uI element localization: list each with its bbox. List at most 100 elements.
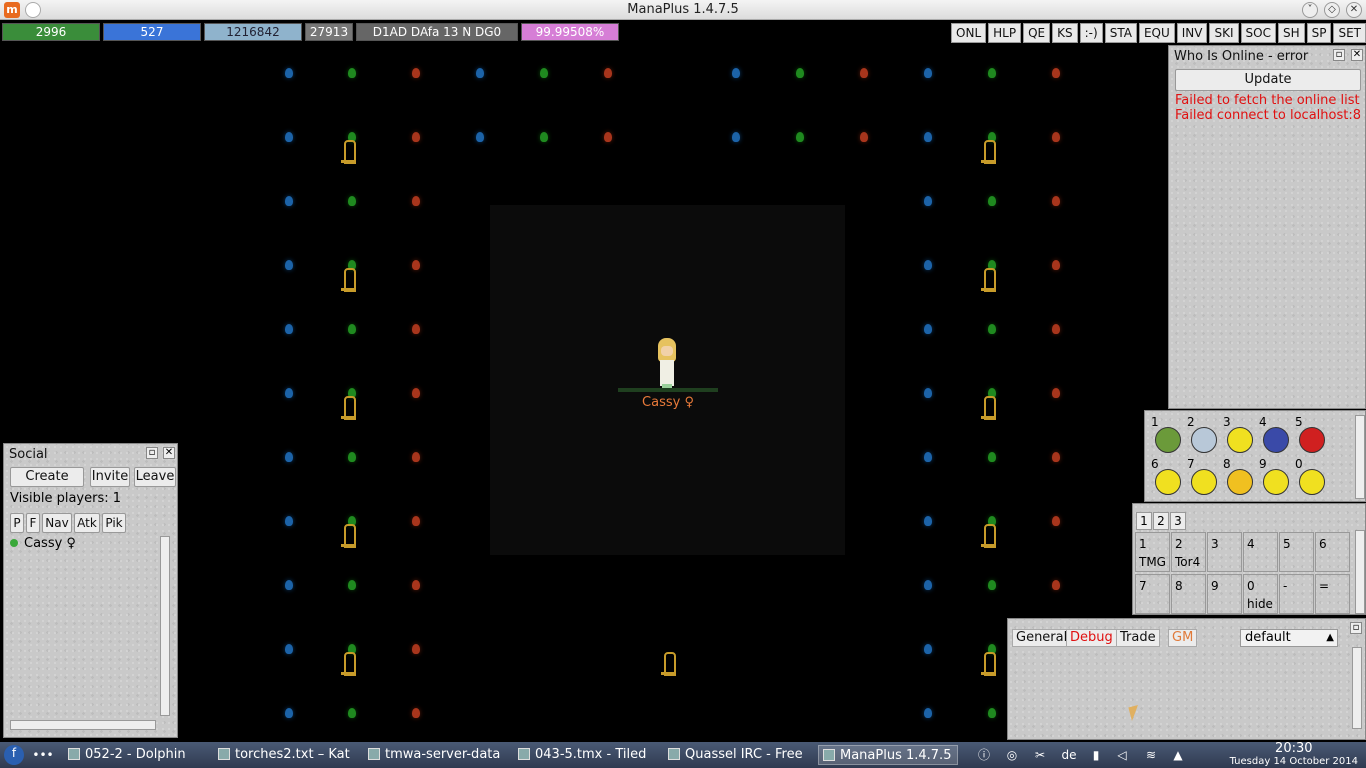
taskbar-item[interactable]: 052-2 - Dolphin bbox=[68, 745, 208, 765]
item-shortcut-tab[interactable]: 1 bbox=[1136, 512, 1152, 530]
social-scrollbar-vertical[interactable] bbox=[160, 536, 170, 716]
job-bar[interactable]: 99.99508% bbox=[521, 23, 619, 41]
item-shortcut-slot[interactable]: = bbox=[1315, 574, 1350, 614]
chat-tab[interactable]: GM bbox=[1168, 629, 1198, 647]
social-player-item[interactable]: Cassy ♀ bbox=[10, 536, 76, 551]
shortcut-button[interactable]: STA bbox=[1104, 23, 1137, 43]
shortcut-button[interactable]: HLP bbox=[988, 23, 1022, 43]
torch-icon bbox=[285, 132, 293, 142]
social-tab[interactable]: P bbox=[10, 513, 24, 533]
taskbar-item[interactable]: Quassel IRC - Free bbox=[668, 745, 808, 765]
social-tab[interactable]: Pik bbox=[102, 513, 126, 533]
emote-slot[interactable]: 4 bbox=[1255, 415, 1289, 453]
slot-item-label: TMG bbox=[1139, 555, 1166, 569]
item-shortcut-slot[interactable]: 2 Tor4 bbox=[1171, 532, 1206, 572]
shortcut-button[interactable]: KS bbox=[1052, 23, 1078, 43]
item-shortcut-slot[interactable]: 5 bbox=[1279, 532, 1314, 572]
social-tab[interactable]: F bbox=[26, 513, 40, 533]
wifi-icon[interactable]: ≋ bbox=[1143, 747, 1159, 763]
shortcut-button[interactable]: SH bbox=[1277, 23, 1305, 43]
info-icon[interactable]: ⓘ bbox=[976, 747, 992, 763]
money-bar[interactable]: 27913 bbox=[305, 23, 353, 41]
emote-slot[interactable]: 6 bbox=[1147, 457, 1181, 495]
sticky-icon[interactable]: ▫ bbox=[1350, 622, 1362, 634]
chat-channel-select[interactable]: default ▲ bbox=[1240, 629, 1338, 647]
emote-slot[interactable]: 7 bbox=[1183, 457, 1217, 495]
emote-slot[interactable]: 8 bbox=[1219, 457, 1253, 495]
app-icon bbox=[218, 748, 230, 760]
taskbar-item-label: 043-5.tmx - Tiled bbox=[535, 747, 647, 762]
maximize-icon[interactable]: ◇ bbox=[1324, 2, 1340, 18]
battery-icon[interactable]: ▮ bbox=[1088, 747, 1104, 763]
item-shortcut-tab[interactable]: 2 bbox=[1153, 512, 1169, 530]
network-manager-icon[interactable]: ◎ bbox=[1004, 747, 1020, 763]
item-shortcut-slot[interactable]: 6 bbox=[1315, 532, 1350, 572]
item-shortcut-slot[interactable]: 3 bbox=[1207, 532, 1242, 572]
pager-icon[interactable]: ••• bbox=[32, 747, 54, 763]
status-bar[interactable]: D1AD DAfa 13 N DG0 bbox=[356, 23, 518, 41]
taskbar-item[interactable]: torches2.txt – Kat bbox=[218, 745, 358, 765]
shortcut-button[interactable]: SKI bbox=[1209, 23, 1239, 43]
chat-tab[interactable]: Debug bbox=[1066, 629, 1117, 647]
emote-slot[interactable]: 5 bbox=[1291, 415, 1325, 453]
close-icon[interactable]: ✕ bbox=[1346, 2, 1362, 18]
update-button[interactable]: Update bbox=[1175, 69, 1361, 91]
item-shortcut-slot[interactable]: 1 TMG bbox=[1135, 532, 1170, 572]
emote-scrollbar[interactable] bbox=[1355, 415, 1365, 499]
chat-scrollbar[interactable] bbox=[1352, 647, 1362, 729]
social-scrollbar-horizontal[interactable] bbox=[10, 720, 156, 730]
slot-key: 7 bbox=[1139, 579, 1147, 593]
shortcut-button[interactable]: EQU bbox=[1138, 23, 1175, 43]
emote-slot[interactable]: 3 bbox=[1219, 415, 1253, 453]
item-shortcut-slot[interactable]: 8 bbox=[1171, 574, 1206, 614]
chat-tab[interactable]: General bbox=[1012, 629, 1072, 647]
tray-expand-icon[interactable]: ▲ bbox=[1170, 747, 1186, 763]
scissors-icon[interactable]: ✂ bbox=[1032, 747, 1048, 763]
taskbar-item[interactable]: ManaPlus 1.4.7.5 bbox=[818, 745, 958, 765]
emote-slot[interactable]: 2 bbox=[1183, 415, 1217, 453]
create-button[interactable]: Create bbox=[10, 467, 84, 487]
social-tab[interactable]: Atk bbox=[74, 513, 100, 533]
player-character[interactable] bbox=[652, 338, 682, 394]
item-shortcut-slot[interactable]: 9 bbox=[1207, 574, 1242, 614]
clock[interactable]: 20:30 Tuesday 14 October 2014 bbox=[1230, 742, 1358, 768]
torch-icon bbox=[988, 452, 996, 462]
item-shortcut-scrollbar[interactable] bbox=[1355, 530, 1365, 614]
emote-slot[interactable]: 1 bbox=[1147, 415, 1181, 453]
shortcut-button[interactable]: INV bbox=[1176, 23, 1208, 43]
emote-slot[interactable]: 9 bbox=[1255, 457, 1289, 495]
shortcut-button[interactable]: :-) bbox=[1079, 23, 1103, 43]
close-icon[interactable]: ✕ bbox=[163, 447, 175, 459]
emote-face-icon bbox=[1263, 427, 1289, 453]
close-icon[interactable]: ✕ bbox=[1351, 49, 1363, 61]
item-shortcut-tab[interactable]: 3 bbox=[1170, 512, 1186, 530]
shortcut-button[interactable]: SOC bbox=[1240, 23, 1276, 43]
shortcut-button[interactable]: QE bbox=[1023, 23, 1051, 43]
keyboard-layout[interactable]: de bbox=[1059, 747, 1079, 763]
mp-bar[interactable]: 527 bbox=[103, 23, 201, 41]
torch-stand-icon bbox=[341, 524, 356, 548]
item-shortcut-slot[interactable]: 0 hide bbox=[1243, 574, 1278, 614]
shortcut-button[interactable]: SP bbox=[1306, 23, 1332, 43]
invite-button[interactable]: Invite bbox=[90, 467, 130, 487]
volume-icon[interactable]: ◁ bbox=[1114, 747, 1130, 763]
sticky-icon[interactable]: ▫ bbox=[1333, 49, 1345, 61]
taskbar-item[interactable]: tmwa-server-data bbox=[368, 745, 508, 765]
item-shortcut-slot[interactable]: 7 bbox=[1135, 574, 1170, 614]
emote-slot[interactable]: 0 bbox=[1291, 457, 1325, 495]
torch-icon bbox=[860, 132, 868, 142]
shortcut-button[interactable]: ONL bbox=[951, 23, 987, 43]
sticky-icon[interactable]: ▫ bbox=[146, 447, 158, 459]
chat-tab[interactable]: Trade bbox=[1116, 629, 1160, 647]
xp-bar[interactable]: 1216842 bbox=[204, 23, 302, 41]
shortcut-button[interactable]: SET bbox=[1333, 23, 1366, 43]
fedora-menu-icon[interactable]: f bbox=[4, 745, 24, 765]
item-shortcut-slot[interactable]: 4 bbox=[1243, 532, 1278, 572]
social-tab[interactable]: Nav bbox=[42, 513, 72, 533]
app-icon bbox=[668, 748, 680, 760]
item-shortcut-slot[interactable]: - bbox=[1279, 574, 1314, 614]
taskbar-item[interactable]: 043-5.tmx - Tiled bbox=[518, 745, 658, 765]
leave-button[interactable]: Leave bbox=[134, 467, 176, 487]
hp-bar[interactable]: 2996 bbox=[2, 23, 100, 41]
minimize-icon[interactable]: ˅ bbox=[1302, 2, 1318, 18]
